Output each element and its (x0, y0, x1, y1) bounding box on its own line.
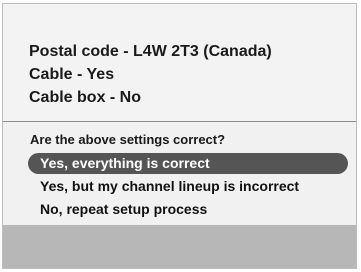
option-repeat-setup[interactable]: No, repeat setup process (40, 199, 207, 220)
cable-status-text: Cable - Yes (29, 66, 115, 83)
settings-summary-panel: Postal code - L4W 2T3 (Canada) Cable - Y… (3, 4, 356, 122)
option-yes-everything-correct[interactable]: Yes, everything is correct (28, 153, 348, 174)
option-channel-lineup-incorrect[interactable]: Yes, but my channel lineup is incorrect (40, 176, 299, 197)
cable-box-status-text: Cable box - No (29, 89, 142, 106)
bottom-band (3, 225, 356, 268)
confirmation-question: Are the above settings correct? (30, 132, 226, 147)
setup-confirmation-screen: Postal code - L4W 2T3 (Canada) Cable - Y… (2, 3, 357, 269)
postal-code-text: Postal code - L4W 2T3 (Canada) (29, 43, 272, 60)
